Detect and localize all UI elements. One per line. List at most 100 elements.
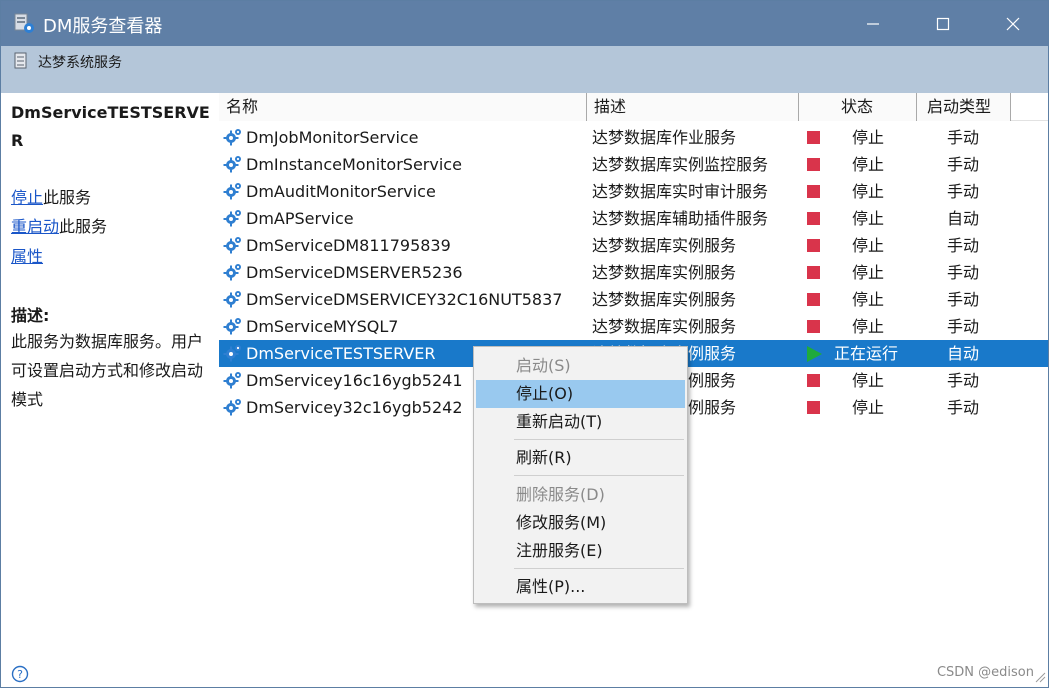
- gear-icon: [223, 345, 241, 362]
- service-status: 停止: [852, 182, 885, 201]
- selected-service-title: DmServiceTESTSERVER: [11, 103, 210, 150]
- title-bar[interactable]: DM服务查看器: [1, 1, 1048, 46]
- service-status: 停止: [852, 290, 885, 309]
- service-name-cell: DmInstanceMonitorService: [223, 151, 587, 178]
- service-start-type: 手动: [947, 263, 980, 282]
- service-start-type: 手动: [947, 290, 980, 309]
- gear-icon: [223, 183, 241, 200]
- gear-icon: [223, 264, 241, 281]
- status-indicator: [807, 205, 823, 232]
- service-status: 停止: [852, 317, 885, 336]
- menu-item-properties[interactable]: 属性(P)...: [476, 573, 685, 601]
- minimize-button[interactable]: [839, 1, 907, 46]
- service-name: DmServicey16c16ygb5241: [246, 371, 463, 390]
- restart-service-link[interactable]: 重启动: [11, 217, 59, 236]
- service-name-cell: DmAPService: [223, 205, 587, 232]
- column-header-description[interactable]: 描述: [587, 93, 799, 121]
- description-heading: 描述:: [11, 306, 50, 325]
- menu-item-refresh[interactable]: 刷新(R): [476, 444, 685, 472]
- service-name: DmServiceDMSERVICEY32C16NUT5837: [246, 290, 563, 309]
- menu-item-modify-service[interactable]: 修改服务(M): [476, 509, 685, 537]
- minimize-icon: [867, 22, 879, 25]
- svg-text:?: ?: [17, 668, 23, 681]
- menu-item-stop[interactable]: 停止(O): [476, 380, 685, 408]
- service-status: 停止: [852, 398, 885, 417]
- service-name: DmServiceMYSQL7: [246, 317, 399, 336]
- service-name: DmAPService: [246, 209, 354, 228]
- service-start-type: 自动: [947, 344, 980, 363]
- service-start-type: 手动: [947, 371, 980, 390]
- stopped-status-icon: [807, 131, 820, 144]
- table-row[interactable]: DmAPService 达梦数据库辅助插件服务 停止 自动: [219, 205, 1048, 232]
- service-start-type: 手动: [947, 155, 980, 174]
- properties-link[interactable]: 属性: [11, 247, 43, 266]
- table-row[interactable]: DmServiceDM811795839 达梦数据库实例服务 停止 手动: [219, 232, 1048, 259]
- context-menu: 启动(S) 停止(O) 重新启动(T) 刷新(R) 删除服务(D) 修改服务(M…: [473, 346, 688, 604]
- service-status: 停止: [852, 236, 885, 255]
- description-text: 此服务为数据库服务。用户可设置启动方式和修改启动模式: [11, 332, 204, 409]
- stopped-status-icon: [807, 374, 820, 387]
- column-header-status[interactable]: 状态: [799, 93, 917, 121]
- close-button[interactable]: [979, 1, 1047, 46]
- gear-icon: [223, 399, 241, 416]
- stopped-status-icon: [807, 239, 820, 252]
- help-icon[interactable]: ?: [11, 665, 29, 683]
- menu-item-start[interactable]: 启动(S): [476, 352, 685, 380]
- status-indicator: [807, 124, 823, 151]
- service-name: DmServiceDM811795839: [246, 236, 451, 255]
- column-header-name[interactable]: 名称: [219, 93, 587, 121]
- gear-icon: [223, 372, 241, 389]
- menu-separator: [514, 568, 684, 569]
- service-description: 达梦数据库实例监控服务: [592, 155, 769, 174]
- service-name: DmServiceDMSERVER5236: [246, 263, 463, 282]
- stopped-status-icon: [807, 185, 820, 198]
- database-icon: [14, 52, 27, 69]
- table-row[interactable]: DmInstanceMonitorService 达梦数据库实例监控服务 停止 …: [219, 151, 1048, 178]
- service-description: 达梦数据库辅助插件服务: [592, 209, 769, 228]
- app-icon: [14, 13, 34, 33]
- status-bar: ? CSDN @edison: [1, 663, 1048, 687]
- maximize-button[interactable]: [909, 1, 977, 46]
- service-start-type: 手动: [947, 398, 980, 417]
- service-name: DmInstanceMonitorService: [246, 155, 462, 174]
- service-name-cell: DmServiceDM811795839: [223, 232, 587, 259]
- service-name: DmAuditMonitorService: [246, 182, 436, 201]
- gear-icon: [223, 156, 241, 173]
- action-suffix: 此服务: [43, 188, 92, 207]
- table-row[interactable]: DmServiceDMSERVICEY32C16NUT5837 达梦数据库实例服…: [219, 286, 1048, 313]
- menu-item-delete-service[interactable]: 删除服务(D): [476, 481, 685, 509]
- stop-service-action: 停止此服务: [11, 184, 91, 208]
- service-description: 达梦数据库实例服务: [592, 317, 737, 336]
- status-indicator: [807, 151, 823, 178]
- service-start-type: 手动: [947, 128, 980, 147]
- service-name-cell: DmServiceDMSERVICEY32C16NUT5837: [223, 286, 587, 313]
- gear-icon: [223, 129, 241, 146]
- service-description: 达梦数据库实例服务: [592, 290, 737, 309]
- service-start-type: 自动: [947, 209, 980, 228]
- stopped-status-icon: [807, 320, 820, 333]
- service-status: 停止: [852, 263, 885, 282]
- gear-icon: [223, 318, 241, 335]
- service-name-cell: DmServiceDMSERVER5236: [223, 259, 587, 286]
- table-row[interactable]: DmAuditMonitorService 达梦数据库实时审计服务 停止 手动: [219, 178, 1048, 205]
- menu-separator: [514, 475, 684, 476]
- stopped-status-icon: [807, 293, 820, 306]
- gear-icon: [223, 237, 241, 254]
- service-name: DmJobMonitorService: [246, 128, 419, 147]
- status-indicator: [807, 313, 823, 340]
- stopped-status-icon: [807, 266, 820, 279]
- table-row[interactable]: DmServiceDMSERVER5236 达梦数据库实例服务 停止 手动: [219, 259, 1048, 286]
- menu-item-register-service[interactable]: 注册服务(E): [476, 537, 685, 565]
- service-category-bar: 达梦系统服务: [1, 46, 1048, 93]
- stop-service-link[interactable]: 停止: [11, 188, 43, 207]
- service-start-type: 手动: [947, 236, 980, 255]
- status-indicator: [807, 367, 823, 394]
- table-row[interactable]: DmJobMonitorService 达梦数据库作业服务 停止 手动: [219, 124, 1048, 151]
- size-grip-icon[interactable]: [1032, 669, 1046, 683]
- service-start-type: 手动: [947, 182, 980, 201]
- watermark-text: CSDN @edison: [936, 665, 1034, 680]
- menu-item-restart[interactable]: 重新启动(T): [476, 408, 685, 436]
- table-row[interactable]: DmServiceMYSQL7 达梦数据库实例服务 停止 手动: [219, 313, 1048, 340]
- column-header-start-type[interactable]: 启动类型: [917, 93, 1011, 121]
- category-label[interactable]: 达梦系统服务: [38, 52, 122, 72]
